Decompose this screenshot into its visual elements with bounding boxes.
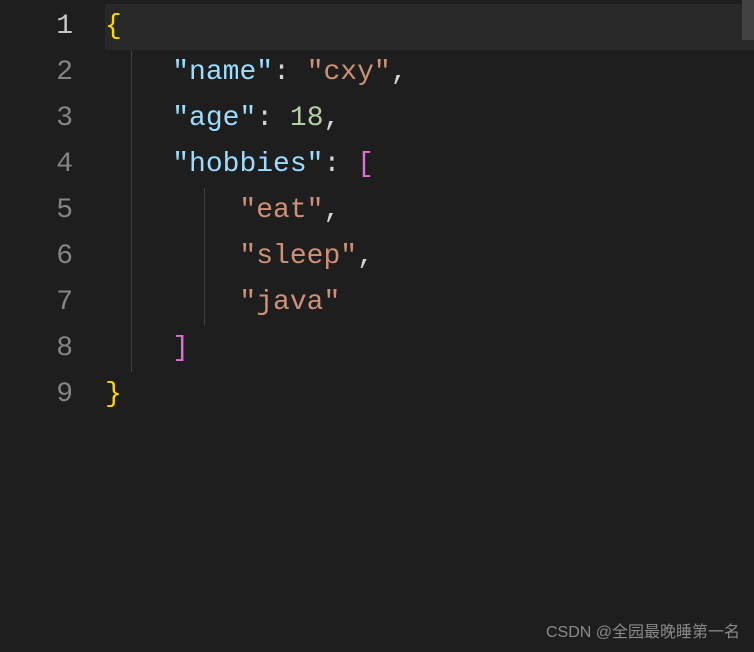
indent — [105, 57, 172, 88]
quote-token: " — [239, 241, 256, 272]
quote-token: " — [323, 287, 340, 318]
indent — [105, 287, 239, 318]
line-number[interactable]: 4 — [0, 142, 105, 188]
comma-token: , — [357, 241, 374, 272]
space — [290, 57, 307, 88]
code-line[interactable]: "name": "cxy", — [105, 50, 754, 96]
code-line[interactable]: "eat", — [105, 188, 754, 234]
quote-token: " — [239, 103, 256, 134]
quote-token: " — [307, 149, 324, 180]
string-token: java — [256, 287, 323, 318]
quote-token: " — [256, 57, 273, 88]
line-number[interactable]: 9 — [0, 372, 105, 418]
line-gutter: 1 2 3 4 5 6 7 8 9 — [0, 0, 105, 652]
colon-token: : — [273, 57, 290, 88]
quote-token: " — [307, 57, 324, 88]
watermark-text: CSDN @全园最晚睡第一名 — [546, 618, 740, 642]
line-number[interactable]: 7 — [0, 280, 105, 326]
line-number[interactable]: 6 — [0, 234, 105, 280]
line-number[interactable]: 2 — [0, 50, 105, 96]
line-number[interactable]: 1 — [0, 4, 105, 50]
code-editor: 1 2 3 4 5 6 7 8 9 { "name": "cxy", "age"… — [0, 0, 754, 652]
key-token: name — [189, 57, 256, 88]
brace-token: { — [105, 11, 122, 42]
indent — [105, 149, 172, 180]
indent — [105, 241, 239, 272]
colon-token: : — [256, 103, 273, 134]
code-line[interactable]: { — [105, 4, 754, 50]
quote-token: " — [340, 241, 357, 272]
quote-token: " — [307, 195, 324, 226]
bracket-token: ] — [172, 333, 189, 364]
code-line[interactable]: ] — [105, 326, 754, 372]
quote-token: " — [239, 195, 256, 226]
comma-token: , — [323, 195, 340, 226]
comma-token: , — [391, 57, 408, 88]
quote-token: " — [239, 287, 256, 318]
indent — [105, 195, 239, 226]
line-number[interactable]: 5 — [0, 188, 105, 234]
key-token: age — [189, 103, 239, 134]
code-line[interactable]: "java" — [105, 280, 754, 326]
space — [273, 103, 290, 134]
code-line[interactable]: } — [105, 372, 754, 418]
brace-token: } — [105, 379, 122, 410]
string-token: cxy — [324, 57, 374, 88]
quote-token: " — [172, 149, 189, 180]
code-line[interactable]: "hobbies": [ — [105, 142, 754, 188]
indent — [105, 333, 172, 364]
space — [340, 149, 357, 180]
indent — [105, 103, 172, 134]
line-number[interactable]: 3 — [0, 96, 105, 142]
quote-token: " — [172, 103, 189, 134]
code-line[interactable]: "sleep", — [105, 234, 754, 280]
code-line[interactable]: "age": 18, — [105, 96, 754, 142]
bracket-token: [ — [357, 149, 374, 180]
scrollbar-thumb[interactable] — [742, 0, 754, 40]
quote-token: " — [172, 57, 189, 88]
code-content[interactable]: { "name": "cxy", "age": 18, "hobbies": [… — [105, 0, 754, 652]
key-token: hobbies — [189, 149, 307, 180]
colon-token: : — [323, 149, 340, 180]
string-token: sleep — [256, 241, 340, 272]
quote-token: " — [374, 57, 391, 88]
line-number[interactable]: 8 — [0, 326, 105, 372]
number-token: 18 — [290, 103, 324, 134]
comma-token: , — [324, 103, 341, 134]
string-token: eat — [256, 195, 306, 226]
